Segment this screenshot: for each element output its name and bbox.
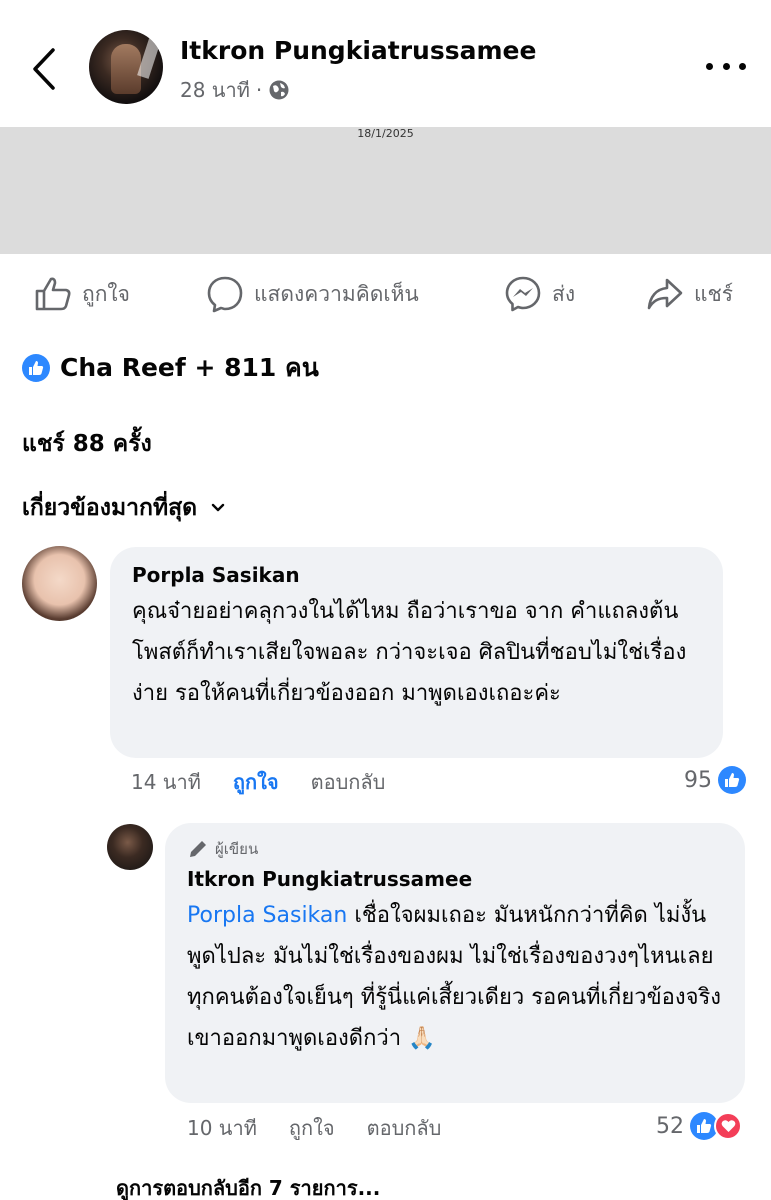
commenter-avatar[interactable] — [22, 546, 97, 621]
comment-reply-button[interactable]: ตอบกลับ — [311, 766, 386, 798]
like-label: ถูกใจ — [82, 281, 130, 306]
share-arrow-icon — [647, 278, 683, 310]
more-options-button[interactable] — [706, 54, 746, 78]
share-label: แชร์ — [694, 281, 734, 306]
globe-icon — [269, 80, 289, 100]
comment-text: คุณจ๋ายอย่าคลุกวงในได้ไหม ถือว่าเราขอ จา… — [132, 599, 687, 706]
comment-reaction-count[interactable]: 95 — [684, 764, 746, 796]
reply-time: 10 นาที — [187, 1116, 257, 1140]
post-action-bar: ถูกใจ แสดงความคิดเห็น ส่ง แชร์ — [0, 262, 771, 326]
reactions-summary[interactable]: Cha Reef + 811 คน — [22, 348, 319, 388]
thumbs-up-icon — [35, 277, 71, 311]
reply-mention[interactable]: Porpla Sasikan — [187, 903, 347, 928]
post-time: 28 นาที — [180, 78, 250, 102]
pencil-icon — [190, 841, 206, 857]
reactions-text: Cha Reef + 811 คน — [60, 353, 319, 382]
post-meta: 28 นาที · — [180, 74, 290, 106]
author-name[interactable]: Itkron Pungkiatrussamee — [180, 36, 536, 65]
chevron-down-icon — [211, 503, 225, 512]
image-date-text: 18/1/2025 — [357, 127, 414, 140]
view-more-replies-link[interactable]: ดูการตอบกลับอีก 7 รายการ... — [116, 1172, 380, 1200]
send-label: ส่ง — [552, 281, 576, 306]
reply-like-button[interactable]: ถูกใจ — [289, 1112, 335, 1144]
shares-count[interactable]: แชร์ 88 ครั้ง — [22, 426, 152, 462]
reply-reaction-number: 52 — [656, 1113, 684, 1139]
meta-separator: · — [255, 78, 263, 102]
author-avatar[interactable] — [89, 30, 163, 104]
messenger-icon — [505, 276, 541, 312]
reply-reaction-count[interactable]: 52 — [656, 1110, 742, 1142]
comment-like-button[interactable]: ถูกใจ — [233, 766, 279, 798]
send-button[interactable]: ส่ง — [504, 262, 575, 326]
like-reaction-icon — [22, 354, 50, 382]
comment-time: 14 นาที — [131, 770, 201, 794]
back-button[interactable] — [26, 44, 62, 94]
reply-author-name[interactable]: Itkron Pungkiatrussamee — [187, 867, 723, 891]
comment-label: แสดงความคิดเห็น — [254, 281, 419, 306]
author-badge: ผู้เขียน — [187, 837, 723, 861]
reply-author-avatar[interactable] — [107, 824, 153, 870]
comment-button[interactable]: แสดงความคิดเห็น — [206, 262, 419, 326]
comment-sort-dropdown[interactable]: เกี่ยวข้องมากที่สุด — [22, 490, 225, 526]
comment-bubble-icon — [207, 276, 243, 313]
like-reaction-icon — [718, 766, 746, 794]
comment-reaction-number: 95 — [684, 767, 712, 793]
post-header: Itkron Pungkiatrussamee 28 นาที · — [0, 0, 771, 127]
comment-meta: 14 นาที ถูกใจ ตอบกลับ — [131, 764, 385, 800]
reply-bubble: ผู้เขียน Itkron Pungkiatrussamee Porpla … — [165, 823, 745, 1103]
comment-bubble: Porpla Sasikan คุณจ๋ายอย่าคลุกวงในได้ไหม… — [110, 547, 723, 758]
commenter-name[interactable]: Porpla Sasikan — [132, 563, 701, 587]
chevron-left-icon — [33, 48, 55, 90]
author-badge-label: ผู้เขียน — [215, 840, 259, 858]
sort-label: เกี่ยวข้องมากที่สุด — [22, 495, 198, 521]
post-image[interactable]: 18/1/2025 — [0, 127, 771, 254]
heart-reaction-icon — [714, 1112, 742, 1140]
reply-reply-button[interactable]: ตอบกลับ — [367, 1112, 442, 1144]
reply-meta: 10 นาที ถูกใจ ตอบกลับ — [187, 1110, 441, 1146]
reply-text: Porpla Sasikan เชื่อใจผมเถอะ มันหนักกว่า… — [187, 895, 723, 1059]
share-button[interactable]: แชร์ — [646, 262, 733, 326]
more-horizontal-icon — [706, 62, 713, 70]
like-button[interactable]: ถูกใจ — [34, 262, 130, 326]
